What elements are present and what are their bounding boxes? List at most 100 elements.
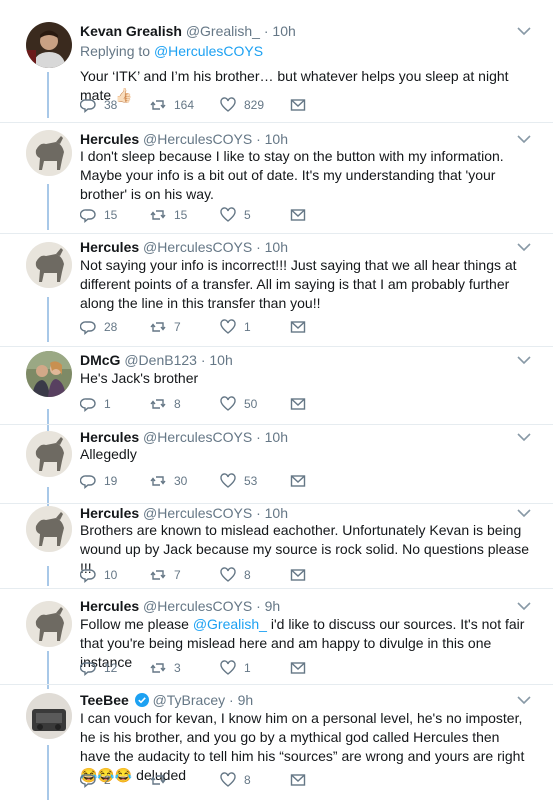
timestamp[interactable]: 9h — [238, 692, 254, 708]
retweet-button[interactable]: 7 — [150, 566, 181, 584]
like-button[interactable]: 50 — [220, 395, 257, 413]
direct-message-button[interactable] — [290, 96, 314, 114]
direct-message-button[interactable] — [290, 206, 314, 224]
retweet-button[interactable] — [150, 771, 174, 789]
like-count: 1 — [244, 320, 251, 334]
timestamp[interactable]: 10h — [272, 23, 295, 39]
like-button[interactable]: 5 — [220, 206, 251, 224]
direct-message-button[interactable] — [290, 395, 314, 413]
like-button[interactable]: 829 — [220, 96, 264, 114]
reply-button[interactable]: 2 — [80, 771, 111, 789]
chevron-down-icon[interactable] — [517, 26, 531, 36]
retweet-count: 7 — [174, 320, 181, 334]
direct-message-button[interactable] — [290, 566, 314, 584]
author-handle[interactable]: @HerculesCOYS — [143, 131, 252, 147]
envelope-icon — [290, 99, 306, 111]
author-handle[interactable]: @HerculesCOYS — [143, 239, 252, 255]
separator-dot: · — [256, 131, 261, 147]
timestamp[interactable]: 9h — [265, 598, 281, 614]
author-name[interactable]: Hercules — [80, 239, 139, 255]
direct-message-button[interactable] — [290, 659, 314, 677]
like-button[interactable]: 1 — [220, 318, 251, 336]
direct-message-button[interactable] — [290, 771, 314, 789]
reply-icon — [80, 569, 96, 583]
reply-button[interactable]: 19 — [80, 472, 117, 490]
like-button[interactable]: 1 — [220, 659, 251, 677]
chevron-down-icon[interactable] — [517, 695, 531, 705]
tweet[interactable]: Hercules @HerculesCOYS · 10h Not saying … — [0, 234, 553, 347]
reply-icon — [80, 99, 96, 113]
author-name[interactable]: Kevan Grealish — [80, 23, 182, 39]
replying-to-link[interactable]: @HerculesCOYS — [154, 43, 263, 59]
retweet-count: 3 — [174, 661, 181, 675]
retweet-button[interactable]: 7 — [150, 318, 181, 336]
avatar[interactable] — [26, 351, 72, 397]
reply-button[interactable]: 12 — [80, 659, 117, 677]
timestamp[interactable]: 10h — [209, 352, 232, 368]
mention-link[interactable]: @Grealish_ — [193, 616, 267, 632]
retweet-button[interactable]: 30 — [150, 472, 187, 490]
like-button[interactable]: 8 — [220, 771, 251, 789]
tweet[interactable]: Kevan Grealish @Grealish_ · 10h Replying… — [0, 0, 553, 123]
timestamp[interactable]: 10h — [265, 429, 288, 445]
author-name[interactable]: Hercules — [80, 505, 139, 521]
timestamp[interactable]: 10h — [265, 131, 288, 147]
retweet-button[interactable]: 15 — [150, 206, 187, 224]
chevron-down-icon[interactable] — [517, 601, 531, 611]
heart-icon — [220, 473, 236, 488]
like-button[interactable]: 53 — [220, 472, 257, 490]
tweet-text: He's Jack's brother — [80, 370, 199, 386]
heart-icon — [220, 396, 236, 411]
retweet-icon — [150, 570, 166, 580]
tweet[interactable]: Hercules @HerculesCOYS · 10h Brothers ar… — [0, 504, 553, 589]
tweet[interactable]: DMcG @DenB123 · 10h He's Jack's brother … — [0, 347, 553, 425]
reply-button[interactable]: 28 — [80, 318, 117, 336]
reply-icon — [80, 209, 96, 223]
separator-dot: · — [263, 23, 269, 39]
author-name[interactable]: DMcG — [80, 352, 120, 368]
author-name[interactable]: Hercules — [80, 429, 139, 445]
author-name[interactable]: Hercules — [80, 598, 139, 614]
author-name[interactable]: Hercules — [80, 131, 139, 147]
avatar[interactable] — [26, 22, 72, 68]
avatar[interactable] — [26, 693, 72, 739]
author-handle[interactable]: @HerculesCOYS — [143, 598, 252, 614]
author-handle[interactable]: @HerculesCOYS — [143, 429, 252, 445]
author-handle[interactable]: @HerculesCOYS — [143, 505, 252, 521]
tweet-text: Not saying your info is incorrect!!! Jus… — [80, 257, 517, 311]
retweet-icon — [150, 210, 166, 220]
reply-button[interactable]: 15 — [80, 206, 117, 224]
chevron-down-icon[interactable] — [517, 508, 531, 518]
author-name[interactable]: TeeBee — [80, 692, 129, 708]
chevron-down-icon[interactable] — [517, 134, 531, 144]
direct-message-button[interactable] — [290, 318, 314, 336]
reply-button[interactable]: 38 — [80, 96, 117, 114]
chevron-down-icon[interactable] — [517, 432, 531, 442]
author-handle[interactable]: @DenB123 — [124, 352, 197, 368]
tweet-header: Hercules @HerculesCOYS · 10h — [80, 428, 523, 446]
reply-button[interactable]: 10 — [80, 566, 117, 584]
author-handle[interactable]: @Grealish_ — [186, 23, 260, 39]
avatar[interactable] — [26, 601, 72, 647]
chevron-down-icon[interactable] — [517, 242, 531, 252]
retweet-icon — [150, 399, 166, 409]
avatar[interactable] — [26, 130, 72, 176]
reply-button[interactable]: 1 — [80, 395, 111, 413]
chevron-down-icon[interactable] — [517, 355, 531, 365]
retweet-count: 30 — [174, 474, 188, 488]
tweet[interactable]: Hercules @HerculesCOYS · 10h I don't sle… — [0, 118, 553, 234]
like-button[interactable]: 8 — [220, 566, 251, 584]
timestamp[interactable]: 10h — [265, 505, 288, 521]
retweet-button[interactable]: 3 — [150, 659, 181, 677]
retweet-button[interactable]: 8 — [150, 395, 181, 413]
retweet-button[interactable]: 164 — [150, 96, 194, 114]
timestamp[interactable]: 10h — [265, 239, 288, 255]
avatar[interactable] — [26, 506, 72, 552]
direct-message-button[interactable] — [290, 472, 314, 490]
tweet[interactable]: Hercules @HerculesCOYS · 9h Follow me pl… — [0, 589, 553, 685]
tweet[interactable]: TeeBee @TyBracey · 9h I can vouch for ke… — [0, 685, 553, 800]
author-handle[interactable]: @TyBracey — [153, 692, 226, 708]
avatar[interactable] — [26, 242, 72, 288]
avatar[interactable] — [26, 431, 72, 477]
tweet[interactable]: Hercules @HerculesCOYS · 10h Allegedly 1… — [0, 425, 553, 504]
